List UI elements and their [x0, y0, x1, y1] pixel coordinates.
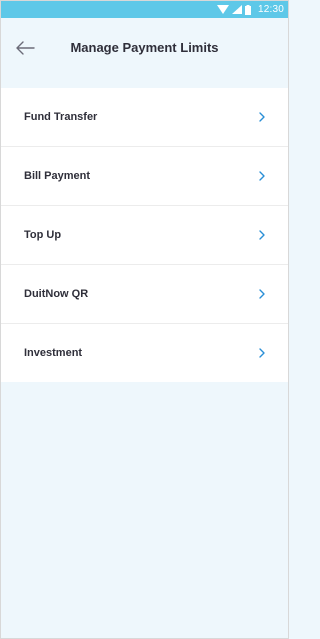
chevron-right-icon	[259, 230, 265, 240]
menu-item-label: Fund Transfer	[24, 111, 98, 123]
menu-item-label: Bill Payment	[24, 170, 91, 182]
menu-item-fund-transfer[interactable]: Fund Transfer	[1, 88, 288, 147]
menu-item-bill-payment[interactable]: Bill Payment	[1, 147, 288, 206]
chevron-right-icon	[259, 289, 265, 299]
menu-item-label: Investment	[24, 347, 83, 359]
menu-item-label: Top Up	[24, 229, 62, 241]
payment-limits-menu: Fund Transfer Bill Payment Top Up DuitNo…	[1, 88, 288, 382]
chevron-right-icon	[259, 171, 265, 181]
phone-screen: 12:30 Manage Payment Limits Fund Transfe…	[0, 0, 289, 639]
menu-item-investment[interactable]: Investment	[1, 324, 288, 382]
status-icons: 12:30	[216, 4, 284, 15]
chevron-right-icon	[259, 348, 265, 358]
battery-icon	[244, 4, 251, 15]
app-header: Manage Payment Limits	[1, 18, 288, 88]
page-title: Manage Payment Limits	[70, 40, 219, 55]
menu-item-label: DuitNow QR	[24, 288, 89, 300]
wifi-icon	[216, 5, 229, 14]
chevron-right-icon	[259, 112, 265, 122]
status-time: 12:30	[257, 4, 284, 15]
status-bar: 12:30	[1, 1, 288, 18]
menu-item-duitnow-qr[interactable]: DuitNow QR	[1, 265, 288, 324]
menu-item-top-up[interactable]: Top Up	[1, 206, 288, 265]
signal-icon	[231, 5, 242, 14]
